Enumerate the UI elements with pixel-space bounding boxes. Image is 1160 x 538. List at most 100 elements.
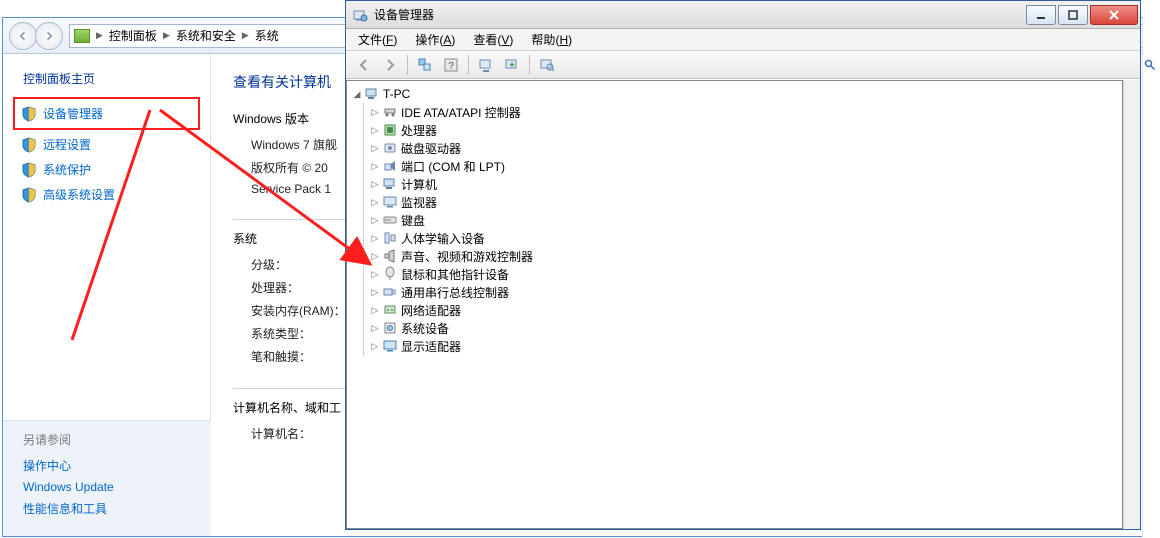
menu-action[interactable]: 操作(A) (407, 29, 463, 50)
tool-forward-button[interactable] (378, 54, 402, 76)
tool-scan-icon[interactable] (474, 54, 498, 76)
sidebar-item-protection[interactable]: 系统保护 (3, 157, 210, 182)
maximize-button[interactable] (1058, 5, 1088, 25)
tree-node-label: 网络适配器 (399, 302, 461, 319)
expand-icon[interactable]: ▷ (369, 251, 381, 262)
sidebar-item-label: 远程设置 (43, 136, 91, 153)
shield-icon (21, 187, 37, 203)
expand-icon[interactable]: ▷ (369, 179, 381, 190)
device-manager-icon (352, 7, 368, 23)
vertical-scrollbar[interactable] (1123, 80, 1140, 529)
expand-icon[interactable]: ▷ (369, 197, 381, 208)
device-category-icon (381, 140, 399, 156)
right-panel-sliver (1142, 17, 1160, 537)
tree-node-label: 磁盘驱动器 (399, 140, 461, 157)
chevron-right-icon: ▶ (242, 30, 249, 41)
device-tree[interactable]: ◢ T-PC ▷ IDE ATA/ATAPI 控制器 ▷ 处理器 ▷ 磁盘驱动器 ▷ 端口 (… (346, 80, 1123, 529)
nav-back-button[interactable] (9, 22, 37, 50)
menubar: 文件(F) 操作(A) 查看(V) 帮助(H) (346, 29, 1140, 51)
tool-back-button[interactable] (352, 54, 376, 76)
nav-forward-button[interactable] (35, 22, 63, 50)
tree-node[interactable]: ▷鼠标和其他指针设备 (369, 265, 1122, 283)
device-category-icon (381, 248, 399, 264)
sidebar-header[interactable]: 控制面板主页 (3, 70, 210, 97)
close-button[interactable] (1090, 5, 1138, 25)
sidebar-item-device-manager[interactable]: 设备管理器 (15, 101, 198, 126)
breadcrumb-item[interactable]: 控制面板 (109, 27, 157, 44)
device-category-icon (381, 104, 399, 120)
tree-node[interactable]: ▷ 端口 (COM 和 LPT) (369, 157, 1122, 175)
tool-update-icon[interactable] (500, 54, 524, 76)
menu-file[interactable]: 文件(F) (350, 29, 405, 50)
tree-node-label: 通用串行总线控制器 (399, 284, 509, 301)
tree-node[interactable]: ▷ 网络适配器 (369, 301, 1122, 319)
chevron-right-icon: ▶ (163, 30, 170, 41)
ref-link-perf-tools[interactable]: 性能信息和工具 (23, 497, 211, 520)
sidebar-item-label: 高级系统设置 (43, 186, 115, 203)
tree-node[interactable]: ▷ 处理器 (369, 121, 1122, 139)
menu-view[interactable]: 查看(V) (465, 29, 521, 50)
device-manager-window: 设备管理器 文件(F) 操作(A) 查看(V) 帮助(H) ? ◢ T-PC (345, 0, 1141, 530)
tree-node[interactable]: ▷ 通用串行总线控制器 (369, 283, 1122, 301)
computer-icon (363, 86, 381, 102)
expand-icon[interactable]: ▷ (369, 323, 381, 334)
expand-icon[interactable]: ▷ (369, 341, 381, 352)
tree-node-label: 键盘 (399, 212, 425, 229)
tree-node[interactable]: ▷ 计算机 (369, 175, 1122, 193)
expand-icon[interactable]: ▷ (369, 287, 381, 298)
expand-icon[interactable]: ▷ (369, 215, 381, 226)
tree-root[interactable]: ◢ T-PC (351, 85, 1122, 103)
expand-icon[interactable]: ▷ (369, 143, 381, 154)
tree-node[interactable]: ▷人体学输入设备 (369, 229, 1122, 247)
breadcrumb-item[interactable]: 系统和安全 (176, 27, 236, 44)
collapse-icon[interactable]: ◢ (351, 89, 363, 100)
menu-help[interactable]: 帮助(H) (523, 29, 580, 50)
tree-node[interactable]: ▷ 系统设备 (369, 319, 1122, 337)
expand-icon[interactable]: ▷ (369, 233, 381, 244)
device-category-icon (381, 284, 399, 300)
device-category-icon (381, 338, 399, 354)
window-title: 设备管理器 (374, 6, 1024, 23)
tree-node[interactable]: ▷ 键盘 (369, 211, 1122, 229)
device-category-icon (381, 158, 399, 174)
tree-node[interactable]: ▷ IDE ATA/ATAPI 控制器 (369, 103, 1122, 121)
tree-node[interactable]: ▷ 磁盘驱动器 (369, 139, 1122, 157)
tree-node-label: 声音、视频和游戏控制器 (399, 248, 533, 265)
expand-icon[interactable]: ▷ (369, 269, 381, 280)
shield-icon (21, 162, 37, 178)
breadcrumb-item[interactable]: 系统 (255, 27, 279, 44)
tool-properties-icon[interactable] (413, 54, 437, 76)
tool-refresh-icon[interactable] (535, 54, 559, 76)
expand-icon[interactable]: ▷ (369, 305, 381, 316)
tree-node[interactable]: ▷ 显示适配器 (369, 337, 1122, 355)
tree-node-label: 端口 (COM 和 LPT) (399, 158, 505, 175)
titlebar[interactable]: 设备管理器 (346, 1, 1140, 29)
sidebar: 控制面板主页 设备管理器 远程设置 系统保护 高级系统设置 (3, 54, 211, 536)
ref-link-action-center[interactable]: 操作中心 (23, 454, 211, 477)
search-icon[interactable] (1144, 59, 1156, 71)
sidebar-item-remote[interactable]: 远程设置 (3, 132, 210, 157)
ref-link-windows-update[interactable]: Windows Update (23, 477, 211, 497)
sidebar-item-advanced[interactable]: 高级系统设置 (3, 182, 210, 207)
device-category-icon (381, 122, 399, 138)
minimize-button[interactable] (1026, 5, 1056, 25)
device-category-icon (381, 266, 399, 282)
expand-icon[interactable]: ▷ (369, 161, 381, 172)
expand-icon[interactable]: ▷ (369, 125, 381, 136)
shield-icon (21, 137, 37, 153)
tree-node-label: 显示适配器 (399, 338, 461, 355)
tool-help-icon[interactable]: ? (439, 54, 463, 76)
device-category-icon (381, 230, 399, 246)
tree-node[interactable]: ▷ 声音、视频和游戏控制器 (369, 247, 1122, 265)
sidebar-item-label: 设备管理器 (43, 105, 103, 122)
tree-node-label: 处理器 (399, 122, 437, 139)
tree-node-label: IDE ATA/ATAPI 控制器 (399, 104, 521, 121)
tree-node[interactable]: ▷监视器 (369, 193, 1122, 211)
expand-icon[interactable]: ▷ (369, 107, 381, 118)
highlight-rect: 设备管理器 (13, 97, 200, 130)
sidebar-refs: 另请参阅 操作中心 Windows Update 性能信息和工具 (3, 420, 211, 536)
toolbar: ? (346, 51, 1140, 79)
refs-header: 另请参阅 (23, 431, 211, 448)
tree-node-label: 系统设备 (399, 320, 449, 337)
tree-node-label: 计算机 (399, 176, 437, 193)
